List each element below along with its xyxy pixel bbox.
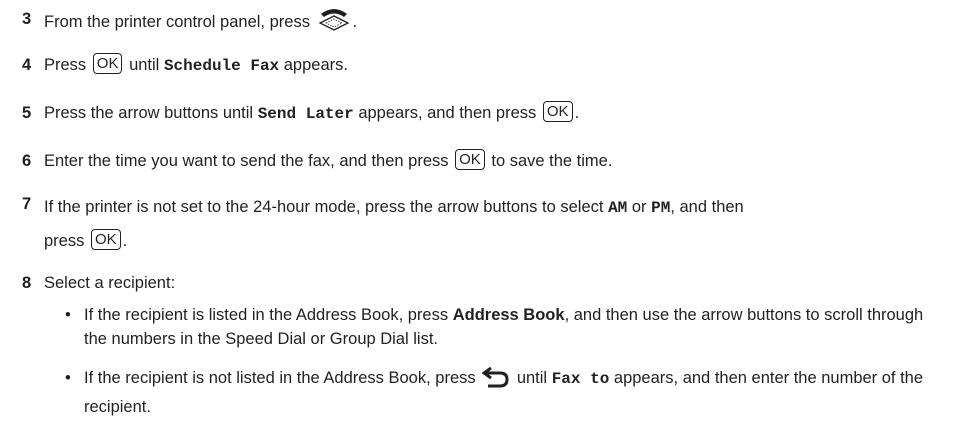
step-number: 7 — [22, 195, 32, 213]
recipient-options: • If the recipient is listed in the Addr… — [62, 303, 946, 419]
fax-icon — [317, 6, 351, 41]
step-text: Select a recipient: — [44, 274, 176, 292]
menu-text: AM — [608, 199, 628, 217]
step-6: 6 Enter the time you want to send the fa… — [22, 148, 946, 175]
ok-button-icon: OK — [90, 229, 121, 250]
step-number: 8 — [22, 274, 32, 292]
step-4: 4 Press OK until Schedule Fax appears. — [22, 52, 946, 80]
step-number: 4 — [22, 56, 32, 74]
step-3: 3 From the printer control panel, press … — [22, 6, 946, 41]
menu-text: PM — [651, 199, 671, 217]
ok-button-icon: OK — [92, 53, 123, 74]
step-number: 3 — [22, 10, 32, 28]
ok-button-icon: OK — [542, 101, 573, 122]
list-item: • If the recipient is not listed in the … — [62, 366, 946, 419]
step-number: 5 — [22, 104, 32, 122]
step-7: 7 If the printer is not set to the 24-ho… — [22, 191, 946, 258]
menu-text: Fax to — [551, 370, 610, 388]
back-arrow-icon — [481, 366, 510, 395]
ok-button-icon: OK — [455, 149, 485, 170]
step-number: 6 — [22, 152, 32, 170]
step-8: 8 Select a recipient: — [22, 270, 946, 297]
menu-text: Schedule Fax — [163, 57, 280, 75]
step-5: 5 Press the arrow buttons until Send Lat… — [22, 100, 946, 128]
menu-text: Send Later — [257, 105, 354, 123]
step-text: From the printer control panel, press — [44, 13, 310, 31]
list-item: • If the recipient is listed in the Addr… — [65, 306, 924, 348]
address-book-label: Address Book — [452, 306, 565, 324]
